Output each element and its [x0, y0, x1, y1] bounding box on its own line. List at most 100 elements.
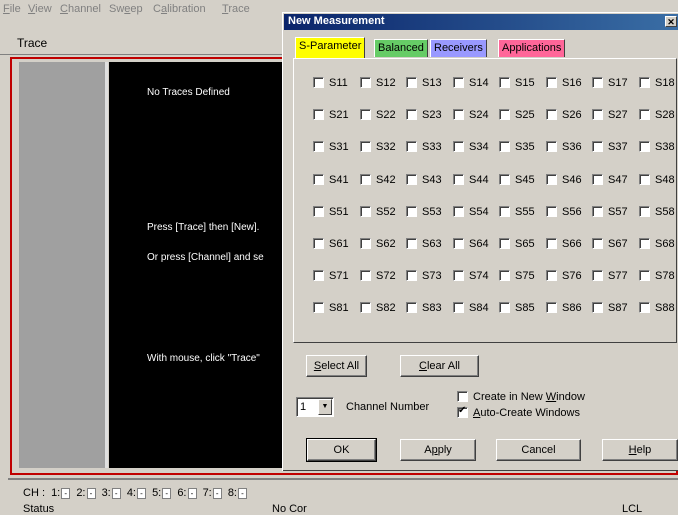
checkbox-box[interactable] — [313, 238, 324, 249]
tab-s-parameter[interactable]: S-Parameter — [295, 37, 366, 58]
ok-button[interactable]: OK — [306, 438, 377, 462]
s-parameter-checkbox[interactable]: S67 — [592, 238, 628, 250]
s-parameter-checkbox[interactable]: S33 — [406, 141, 442, 153]
checkbox-box[interactable] — [592, 109, 603, 120]
checkbox-box[interactable] — [453, 270, 464, 281]
s-parameter-checkbox[interactable]: S23 — [406, 109, 442, 121]
checkbox-box[interactable] — [546, 302, 557, 313]
checkbox-box[interactable] — [499, 141, 510, 152]
s-parameter-checkbox[interactable]: S37 — [592, 141, 628, 153]
help-button[interactable]: Help — [602, 439, 678, 461]
close-icon[interactable]: ✕ — [665, 16, 677, 27]
checkbox-box[interactable] — [546, 141, 557, 152]
checkbox-box[interactable] — [592, 206, 603, 217]
s-parameter-checkbox[interactable]: S61 — [313, 238, 349, 250]
channel-4-indicator[interactable]: 4: - — [127, 487, 146, 499]
s-parameter-checkbox[interactable]: S28 — [639, 109, 675, 121]
tab-receivers[interactable]: Receivers — [430, 39, 487, 57]
create-new-window-checkbox[interactable]: Create in New Window — [457, 391, 585, 403]
checkbox-box[interactable] — [639, 302, 650, 313]
s-parameter-checkbox[interactable]: S43 — [406, 174, 442, 186]
s-parameter-checkbox[interactable]: S55 — [499, 206, 535, 218]
s-parameter-checkbox[interactable]: S86 — [546, 302, 582, 314]
s-parameter-checkbox[interactable]: S88 — [639, 302, 675, 314]
s-parameter-checkbox[interactable]: S57 — [592, 206, 628, 218]
checkbox-box[interactable] — [360, 206, 371, 217]
s-parameter-checkbox[interactable]: S24 — [453, 109, 489, 121]
channel-5-indicator[interactable]: 5: - — [152, 487, 172, 499]
s-parameter-checkbox[interactable]: S35 — [499, 141, 535, 153]
s-parameter-checkbox[interactable]: S38 — [639, 141, 675, 153]
s-parameter-checkbox[interactable]: S53 — [406, 206, 442, 218]
checkbox-box[interactable] — [592, 302, 603, 313]
s-parameter-checkbox[interactable]: S15 — [499, 77, 535, 89]
checkbox-box[interactable] — [546, 206, 557, 217]
s-parameter-checkbox[interactable]: S14 — [453, 77, 489, 89]
menu-file[interactable]: File — [3, 3, 21, 15]
channel-1-indicator[interactable]: 1: - — [51, 487, 71, 499]
s-parameter-checkbox[interactable]: S62 — [360, 238, 396, 250]
s-parameter-checkbox[interactable]: S17 — [592, 77, 628, 89]
s-parameter-checkbox[interactable]: S11 — [313, 77, 348, 89]
menu-view[interactable]: View — [28, 3, 52, 15]
s-parameter-checkbox[interactable]: S36 — [546, 141, 582, 153]
checkbox-box[interactable] — [499, 109, 510, 120]
checkbox-box[interactable] — [406, 302, 417, 313]
checkbox-box[interactable] — [406, 174, 417, 185]
checkbox-box[interactable] — [313, 206, 324, 217]
s-parameter-checkbox[interactable]: S85 — [499, 302, 535, 314]
channel-2-indicator[interactable]: 2: - — [76, 487, 96, 499]
s-parameter-checkbox[interactable]: S77 — [592, 270, 628, 282]
s-parameter-checkbox[interactable]: S81 — [313, 302, 349, 314]
s-parameter-checkbox[interactable]: S34 — [453, 141, 489, 153]
checkbox-box[interactable] — [453, 77, 464, 88]
checkbox-box[interactable] — [360, 174, 371, 185]
s-parameter-checkbox[interactable]: S83 — [406, 302, 442, 314]
checkbox-box[interactable] — [592, 77, 603, 88]
checkbox-box[interactable] — [313, 302, 324, 313]
s-parameter-checkbox[interactable]: S22 — [360, 109, 396, 121]
channel-number-select[interactable]: 1 ▼ — [296, 397, 334, 417]
s-parameter-checkbox[interactable]: S51 — [313, 206, 349, 218]
checkbox-box[interactable] — [639, 206, 650, 217]
s-parameter-checkbox[interactable]: S25 — [499, 109, 535, 121]
checkbox-box[interactable] — [453, 109, 464, 120]
dialog-titlebar[interactable]: New Measurement ✕ — [284, 14, 678, 30]
checkbox-box[interactable] — [546, 109, 557, 120]
s-parameter-checkbox[interactable]: S41 — [313, 174, 349, 186]
channel-7-indicator[interactable]: 7: - — [203, 487, 222, 499]
checkbox-box[interactable] — [592, 174, 603, 185]
menu-sweep[interactable]: Sweep — [109, 3, 143, 15]
s-parameter-checkbox[interactable]: S74 — [453, 270, 489, 282]
s-parameter-checkbox[interactable]: S65 — [499, 238, 535, 250]
checkbox-box[interactable] — [406, 270, 417, 281]
checkbox-box[interactable] — [360, 238, 371, 249]
checkbox-box[interactable] — [639, 238, 650, 249]
tab-applications[interactable]: Applications — [498, 39, 566, 57]
checkbox-box[interactable] — [546, 174, 557, 185]
checkbox-box[interactable] — [313, 174, 324, 185]
s-parameter-checkbox[interactable]: S21 — [313, 109, 349, 121]
s-parameter-checkbox[interactable]: S13 — [406, 77, 442, 89]
checkbox-box[interactable] — [406, 141, 417, 152]
s-parameter-checkbox[interactable]: S27 — [592, 109, 628, 121]
checkbox-box[interactable] — [592, 270, 603, 281]
checkbox-box[interactable] — [639, 109, 650, 120]
s-parameter-checkbox[interactable]: S46 — [546, 174, 582, 186]
checkbox-box[interactable] — [313, 109, 324, 120]
checkbox-box[interactable] — [360, 270, 371, 281]
checkbox-box[interactable] — [453, 206, 464, 217]
checkbox-box[interactable] — [499, 270, 510, 281]
s-parameter-checkbox[interactable]: S31 — [313, 141, 349, 153]
s-parameter-checkbox[interactable]: S16 — [546, 77, 582, 89]
s-parameter-checkbox[interactable]: S58 — [639, 206, 675, 218]
checkbox-box[interactable] — [406, 206, 417, 217]
checkbox-box[interactable] — [406, 238, 417, 249]
checkbox-box[interactable] — [453, 238, 464, 249]
s-parameter-checkbox[interactable]: S32 — [360, 141, 396, 153]
s-parameter-checkbox[interactable]: S72 — [360, 270, 396, 282]
clear-all-button[interactable]: Clear All — [400, 355, 479, 377]
checkbox-box[interactable] — [453, 302, 464, 313]
chevron-down-icon[interactable]: ▼ — [318, 399, 332, 415]
checkbox-box[interactable] — [360, 141, 371, 152]
